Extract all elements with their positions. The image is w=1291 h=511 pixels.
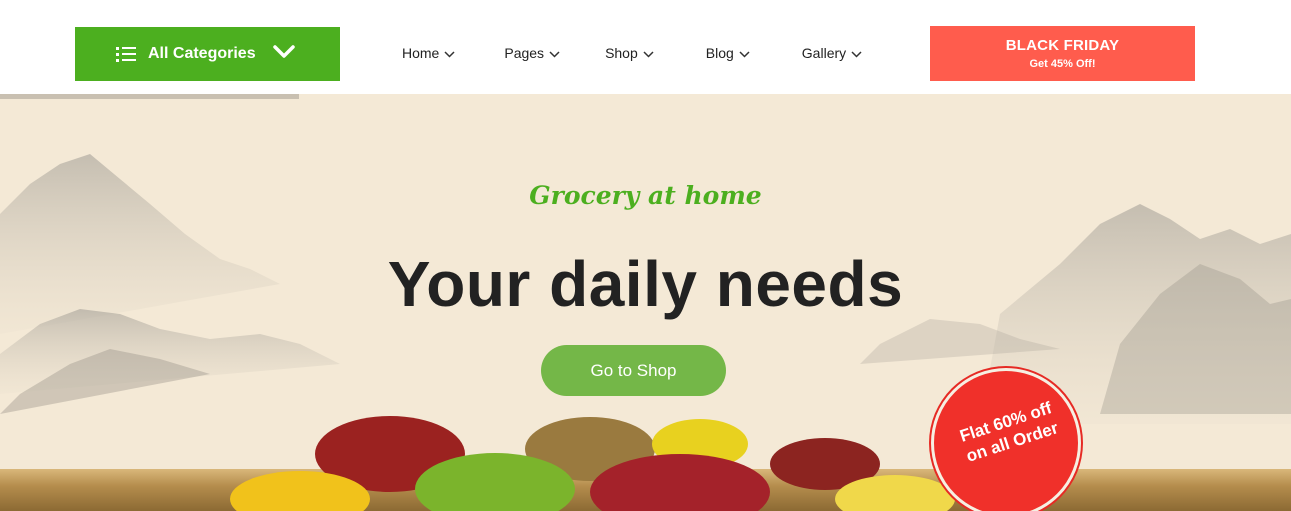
menu-item-label: Gallery bbox=[801, 45, 847, 61]
promo-title: BLACK FRIDAY bbox=[1005, 37, 1120, 54]
list-icon bbox=[116, 46, 136, 62]
grain-bowls-illustration bbox=[230, 416, 955, 511]
hero-banner: Grocery at home Your daily needs Go to S… bbox=[0, 94, 1291, 511]
black-friday-promo-button[interactable]: BLACK FRIDAY Get 45% Off! bbox=[930, 26, 1195, 81]
discount-badge-text: Flat 60% off on all Order bbox=[931, 389, 1087, 475]
chevron-down-icon bbox=[851, 51, 862, 58]
chevron-down-icon[interactable] bbox=[272, 40, 296, 64]
chevron-down-icon bbox=[739, 51, 750, 58]
main-navigation: All Categories Home Pages Shop Blog Gall… bbox=[0, 0, 1291, 94]
menu-item-blog[interactable]: Blog bbox=[706, 45, 750, 61]
menu-item-gallery[interactable]: Gallery bbox=[802, 45, 862, 61]
menu-item-label: Pages bbox=[504, 45, 545, 61]
promo-subtitle: Get 45% Off! bbox=[1029, 58, 1096, 70]
chevron-down-icon bbox=[444, 51, 455, 58]
all-categories-label: All Categories bbox=[148, 45, 256, 62]
menu-item-label: Shop bbox=[605, 45, 638, 61]
menu-item-shop[interactable]: Shop bbox=[605, 45, 654, 61]
primary-menu: Home Pages Shop Blog Gallery bbox=[402, 45, 862, 61]
discount-badge: Flat 60% off on all Order bbox=[931, 368, 1081, 511]
all-categories-button[interactable]: All Categories bbox=[75, 27, 340, 81]
menu-item-pages[interactable]: Pages bbox=[504, 45, 560, 61]
menu-item-home[interactable]: Home bbox=[402, 45, 455, 61]
menu-item-label: Blog bbox=[705, 45, 734, 61]
chevron-down-icon bbox=[643, 51, 654, 58]
menu-item-label: Home bbox=[402, 45, 440, 61]
chevron-down-icon bbox=[549, 51, 560, 58]
